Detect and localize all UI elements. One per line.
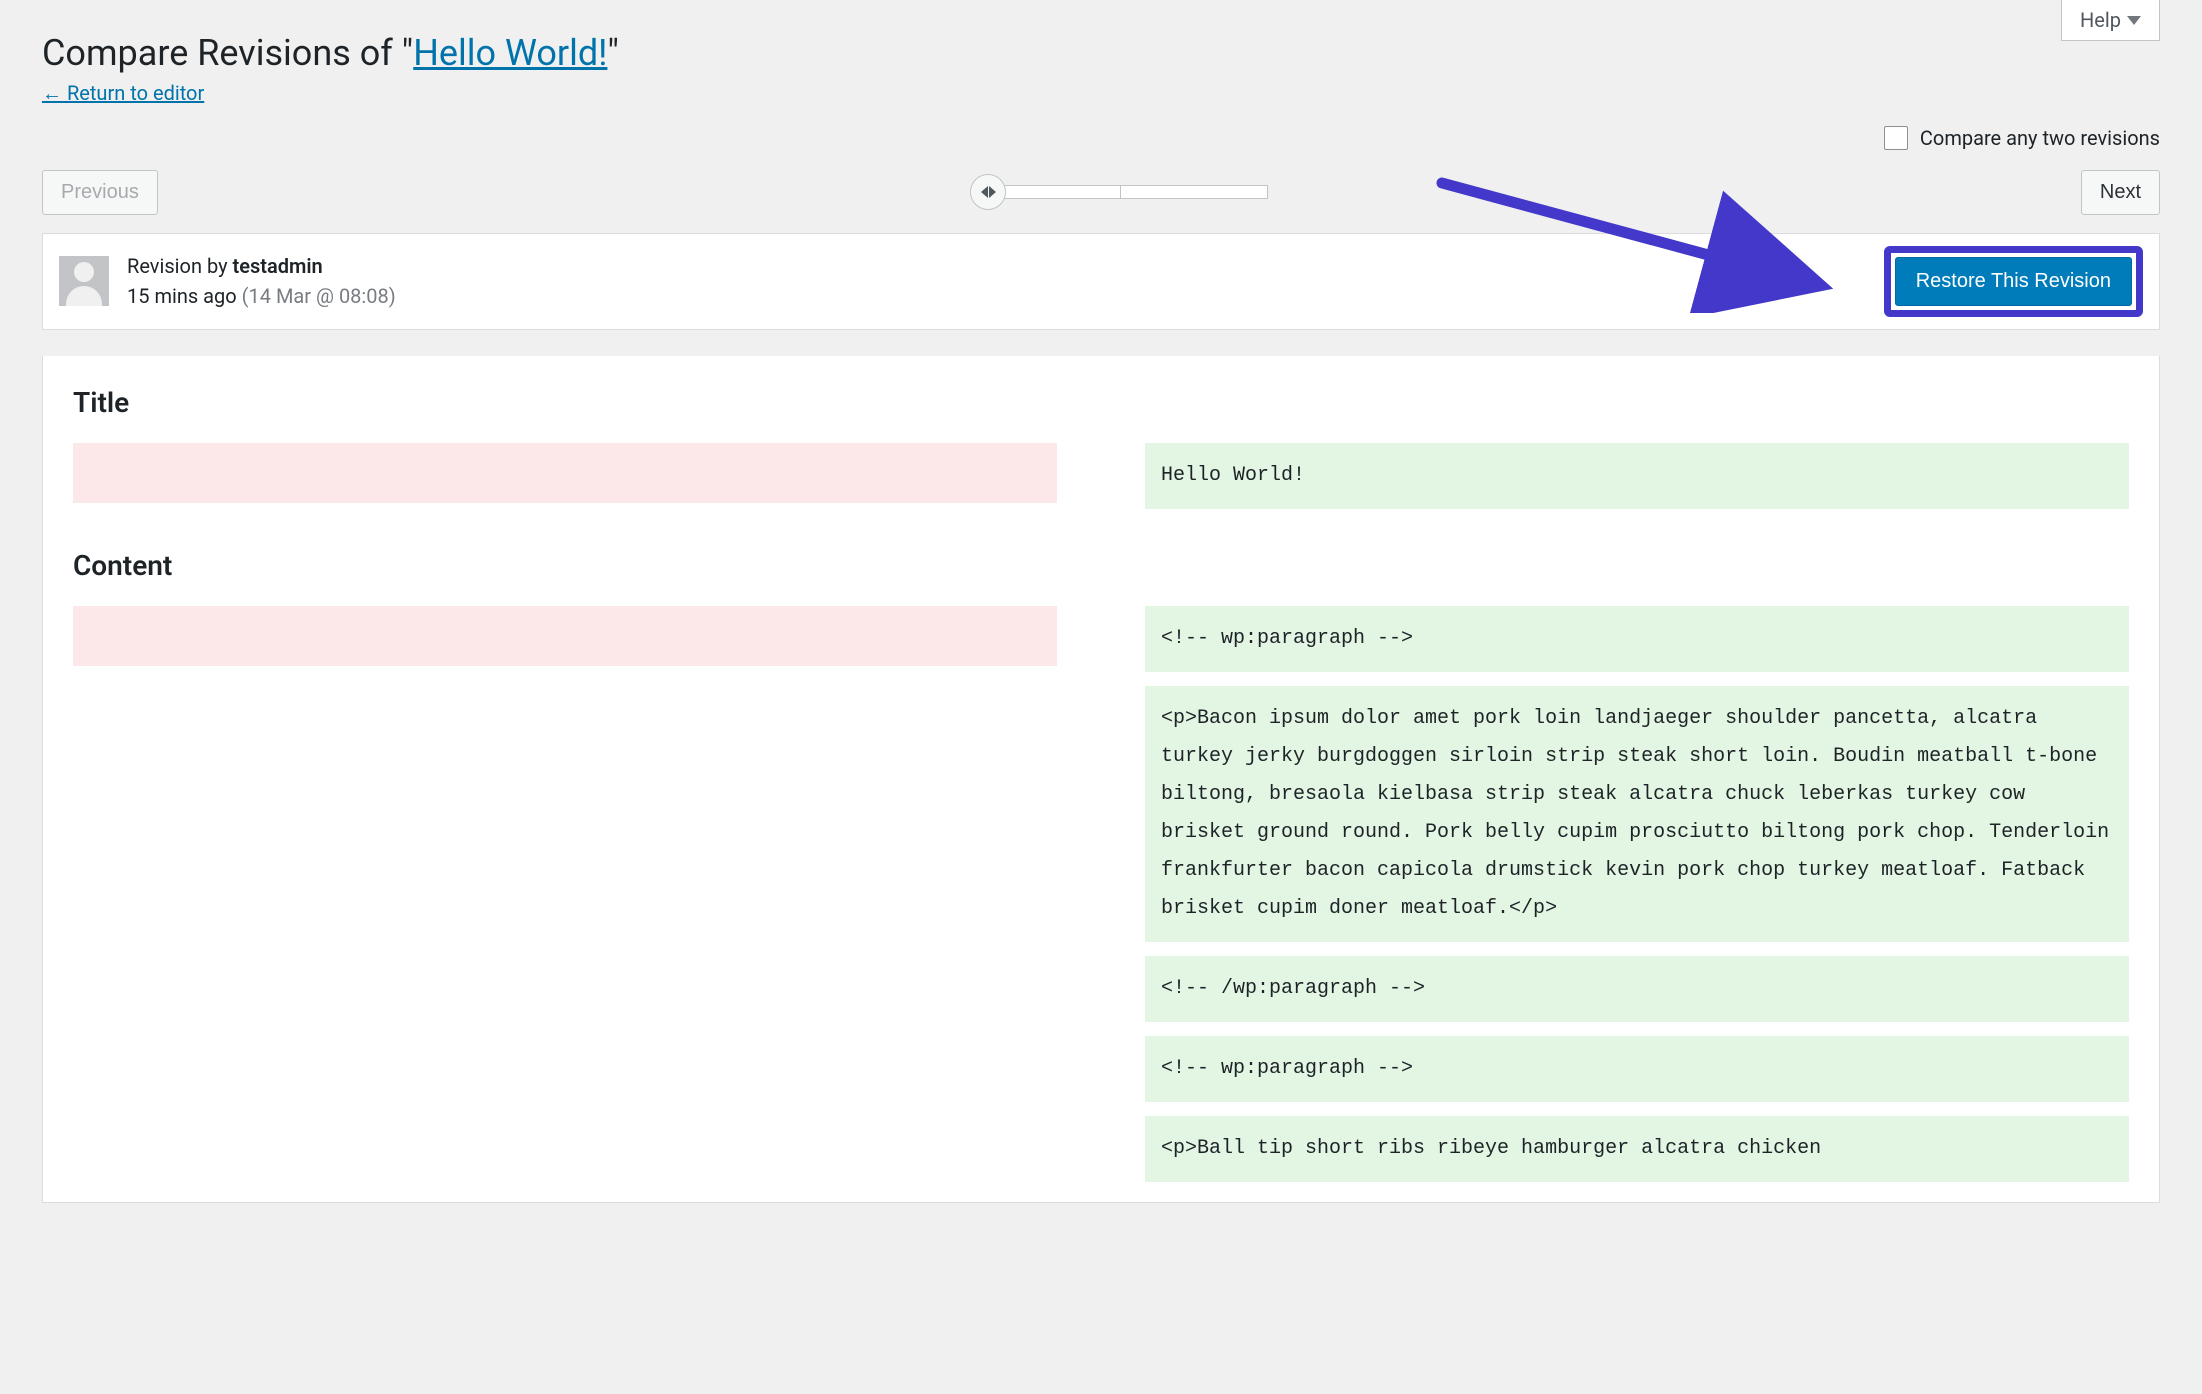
previous-button[interactable]: Previous <box>42 170 158 215</box>
page-title-prefix: Compare Revisions of " <box>42 32 413 74</box>
arrow-left-icon <box>981 186 988 198</box>
arrow-right-icon <box>989 186 996 198</box>
slider-tick <box>1120 186 1121 198</box>
help-label: Help <box>2080 8 2121 32</box>
diff-content-heading: Content <box>73 549 2129 582</box>
revision-ago: 15 mins ago <box>127 284 237 308</box>
diff-title-heading: Title <box>73 386 2129 419</box>
slider-handle[interactable] <box>970 174 1006 210</box>
next-button[interactable]: Next <box>2081 170 2160 215</box>
revision-slider[interactable] <box>970 174 1268 210</box>
slider-track[interactable] <box>998 185 1268 199</box>
title-added-block: Hello World! <box>1145 443 2129 509</box>
revision-author-line: Revision by testadmin <box>127 251 396 281</box>
title-removed-block <box>73 443 1057 503</box>
content-added-block: <!-- wp:paragraph --> <box>1145 606 2129 672</box>
content-added-block: <!-- wp:paragraph --> <box>1145 1036 2129 1102</box>
page-title-suffix: " <box>607 32 619 74</box>
compare-any-checkbox[interactable] <box>1884 126 1908 150</box>
avatar <box>59 256 109 306</box>
restore-this-revision-button[interactable]: Restore This Revision <box>1895 257 2132 306</box>
content-added-block: <!-- /wp:paragraph --> <box>1145 956 2129 1022</box>
restore-highlight: Restore This Revision <box>1884 246 2143 317</box>
page-title: Compare Revisions of "Hello World!" <box>42 10 2160 81</box>
compare-any-label: Compare any two revisions <box>1920 126 2160 150</box>
content-added-block: <p>Ball tip short ribs ribeye hamburger … <box>1145 1116 2129 1182</box>
revision-author: testadmin <box>233 254 323 278</box>
revision-info-bar: Revision by testadmin 15 mins ago (14 Ma… <box>42 233 2160 330</box>
revision-time-line: 15 mins ago (14 Mar @ 08:08) <box>127 281 396 311</box>
revision-by-prefix: Revision by <box>127 254 233 278</box>
chevron-down-icon <box>2127 16 2141 25</box>
content-removed-block <box>73 606 1057 666</box>
post-title-link[interactable]: Hello World! <box>413 32 607 74</box>
help-tab[interactable]: Help <box>2061 0 2160 41</box>
return-to-editor-link[interactable]: ← Return to editor <box>42 81 204 106</box>
content-added-block: <p>Bacon ipsum dolor amet pork loin land… <box>1145 686 2129 942</box>
revision-date: (14 Mar @ 08:08) <box>242 284 396 308</box>
